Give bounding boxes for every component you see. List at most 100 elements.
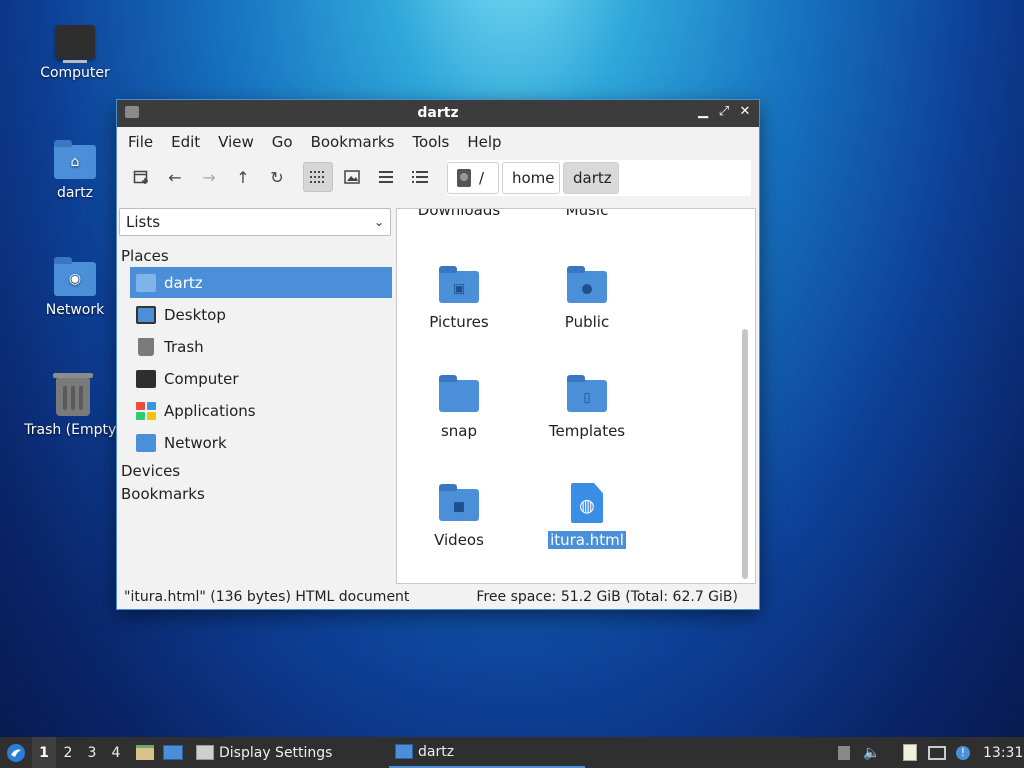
close-button[interactable]: ✕ [737,104,753,120]
start-menu-button[interactable] [4,737,28,768]
vertical-scrollbar[interactable] [741,213,749,579]
volume-control[interactable]: 🔈 [863,737,881,768]
scrollbar-thumb[interactable] [742,329,748,579]
file-view[interactable]: Downloads Music ▣ Pictures ● Public snap… [396,208,756,584]
maximize-button[interactable]: ⤢ [716,104,732,120]
sidebar-mode-select[interactable]: Lists ⌄ [119,208,391,236]
file-item-snap[interactable]: snap [399,375,519,440]
network-applet[interactable] [927,737,947,768]
tray-up-icon [838,745,850,760]
window-icon [196,745,214,760]
sidebar-item-label: Applications [164,401,256,420]
home-folder-icon [136,273,156,292]
file-label: snap [440,422,478,440]
public-folder-icon: ● [567,266,607,303]
sidebar-item-label: Network [164,433,227,452]
volume-icon: 🔈 [863,744,881,761]
compact-view-button[interactable] [371,162,401,192]
file-item-music[interactable]: Music [527,208,647,219]
breadcrumb-root[interactable]: / [447,162,499,194]
trash-icon [53,373,93,416]
breadcrumb-dartz[interactable]: dartz [563,162,619,194]
show-desktop-button[interactable] [162,737,184,768]
clipboard-applet[interactable] [900,737,920,768]
desktop-icon-computer[interactable]: Computer [20,25,130,81]
file-item-downloads[interactable]: Downloads [399,209,519,219]
task-display-settings[interactable]: Display Settings [190,737,391,768]
sidebar-item-dartz[interactable]: dartz [130,267,392,298]
menu-help[interactable]: Help [458,133,510,151]
sidebar-item-trash[interactable]: Trash [130,331,392,362]
sidebar-item-label: Desktop [164,305,226,324]
drive-icon [457,169,471,187]
breadcrumb-home[interactable]: home [502,162,560,194]
desktop-icon-home[interactable]: ⌂ dartz [20,140,130,201]
task-dartz[interactable]: dartz [389,737,585,768]
file-item-itura-html[interactable]: ◍ itura.html [527,483,647,549]
new-tab-icon [133,170,148,184]
icon-view-button[interactable] [303,162,333,192]
sidebar-item-network[interactable]: Network [130,427,392,458]
file-label: Music [565,208,609,219]
file-item-templates[interactable]: ▯ Templates [527,375,647,440]
workspace-3[interactable]: 3 [80,737,104,768]
devices-header[interactable]: Devices [121,462,180,480]
reload-button[interactable]: ↻ [262,162,292,192]
taskbar: 1 2 3 4 Display Settings dartz 🔈 ! 13:31 [0,737,1024,768]
file-manager-window: dartz ▁ ⤢ ✕ File Edit View Go Bookmarks … [117,100,759,609]
back-button[interactable]: ← [160,162,190,192]
sidebar-item-applications[interactable]: Applications [130,395,392,426]
window-titlebar[interactable]: dartz ▁ ⤢ ✕ [117,100,759,127]
desktop-icon-trash[interactable]: Trash (Empty) [18,373,128,438]
computer-icon [55,25,95,63]
minimize-button[interactable]: ▁ [695,104,711,120]
folder-icon [395,744,413,759]
up-button[interactable]: ↑ [228,162,258,192]
grid-view-icon [310,171,324,183]
breadcrumb-label: dartz [573,169,612,187]
videos-folder-icon: ■ [439,484,479,521]
breadcrumb: / home dartz [447,160,751,196]
file-item-videos[interactable]: ■ Videos [399,484,519,549]
menu-file[interactable]: File [119,133,162,151]
statusbar: "itura.html" (136 bytes) HTML document F… [117,585,759,609]
thumbnail-view-button[interactable] [337,162,367,192]
arrow-right-icon: → [202,167,216,187]
update-notifier[interactable]: ! [953,737,973,768]
window-title: dartz [417,105,459,121]
clock[interactable]: 13:31 [983,737,1023,768]
places-header: Places [121,247,169,265]
list-view-icon [379,171,393,183]
select-value: Lists [126,213,161,231]
status-free-space: Free space: 51.2 GiB (Total: 62.7 GiB) [476,589,738,605]
file-item-public[interactable]: ● Public [527,266,647,331]
menu-tools[interactable]: Tools [403,133,458,151]
desktop-icon-label: Trash (Empty) [24,422,122,438]
file-manager-launcher[interactable] [134,737,156,768]
menu-go[interactable]: Go [263,133,302,151]
sidebar-item-label: Trash [164,337,204,356]
menu-edit[interactable]: Edit [162,133,209,151]
menu-view[interactable]: View [209,133,263,151]
workspace-1[interactable]: 1 [32,737,56,768]
workspace-2[interactable]: 2 [56,737,80,768]
forward-button[interactable]: → [194,162,224,192]
network-icon [928,745,946,760]
new-tab-button[interactable] [126,162,156,192]
tray-arrow[interactable] [836,737,852,768]
network-folder-icon [136,433,156,452]
sidebar-item-desktop[interactable]: Desktop [130,299,392,330]
menu-bookmarks[interactable]: Bookmarks [302,133,404,151]
sidebar-item-computer[interactable]: Computer [130,363,392,394]
templates-folder-icon: ▯ [567,375,607,412]
html-file-icon: ◍ [571,483,603,523]
desktop-icon-network[interactable]: ◉ Network [20,257,130,318]
workspace-4[interactable]: 4 [104,737,128,768]
desktop-icon [163,745,183,760]
file-item-pictures[interactable]: ▣ Pictures [399,266,519,331]
arrow-left-icon: ← [168,167,182,187]
file-label: Videos [434,531,484,549]
chevron-down-icon: ⌄ [373,215,384,229]
detailed-view-button[interactable] [405,162,435,192]
bookmarks-header[interactable]: Bookmarks [121,485,205,503]
